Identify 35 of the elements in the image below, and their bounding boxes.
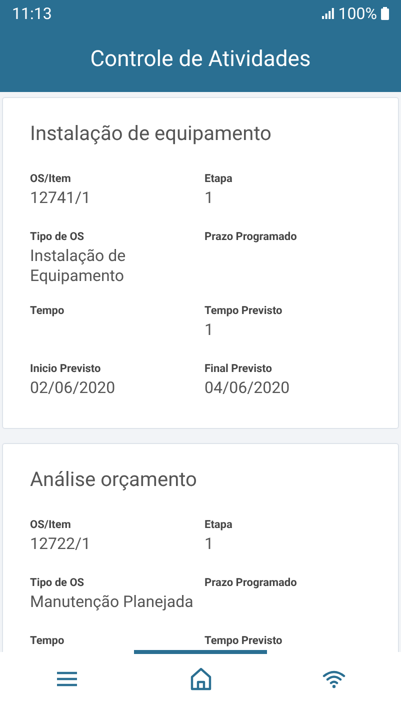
field-label: Tempo Previsto	[204, 304, 284, 318]
field-label: Tempo	[30, 634, 66, 648]
menu-icon	[56, 671, 78, 687]
field-label: OS/Item	[30, 172, 72, 186]
field-label: Tempo	[30, 304, 66, 318]
card-title: Análise orçamento	[30, 466, 198, 493]
card-title: Instalação de equipamento	[30, 120, 272, 147]
field-label: Etapa	[204, 518, 234, 532]
field-label: Etapa	[204, 172, 234, 186]
field-label: Tipo de OS	[30, 576, 86, 590]
wifi-icon	[322, 669, 346, 689]
field-value: 12722/1	[30, 534, 92, 554]
field-value: 02/06/2020	[30, 378, 116, 398]
field-label: Tipo de OS	[30, 230, 86, 244]
signal-icon	[322, 8, 334, 19]
field-value: 1	[204, 534, 214, 554]
home-icon	[190, 667, 212, 691]
field-value: 04/06/2020	[204, 378, 291, 398]
field-value: Instalação de Equipamento	[30, 246, 127, 286]
field-label: Prazo Programado	[204, 576, 298, 590]
battery-icon	[381, 7, 389, 20]
field-label: Final Previsto	[204, 362, 273, 376]
field-label: Tempo Previsto	[204, 634, 284, 648]
field-value: 12741/1	[30, 188, 92, 208]
status-time: 11:13	[12, 2, 52, 24]
field-value: 1	[204, 188, 214, 208]
field-value: 1	[204, 320, 214, 340]
field-label: OS/Item	[30, 518, 72, 532]
activity-card[interactable]: Análise orçamento OS/Item 12722/1 Etapa 1 Tipo de OS Manutenção Planejada Prazo Programado Tempo Tempo Previsto	[2, 443, 399, 652]
activity-card[interactable]: Instalação de equipamento OS/Item 12741/1 Etapa 1 Tipo de OS Instalação de Equipamento Prazo Programado Tempo Tempo Previsto 1 Inicio Previsto 02/06/2020 Final Previsto 04/06/2020	[2, 97, 399, 429]
field-label: Inicio Previsto	[30, 362, 102, 376]
field-value: Manutenção Planejada	[30, 592, 194, 612]
field-label: Prazo Programado	[204, 230, 298, 244]
page-title: Controle de Atividades	[90, 46, 311, 74]
battery-level: 100%	[338, 2, 377, 24]
